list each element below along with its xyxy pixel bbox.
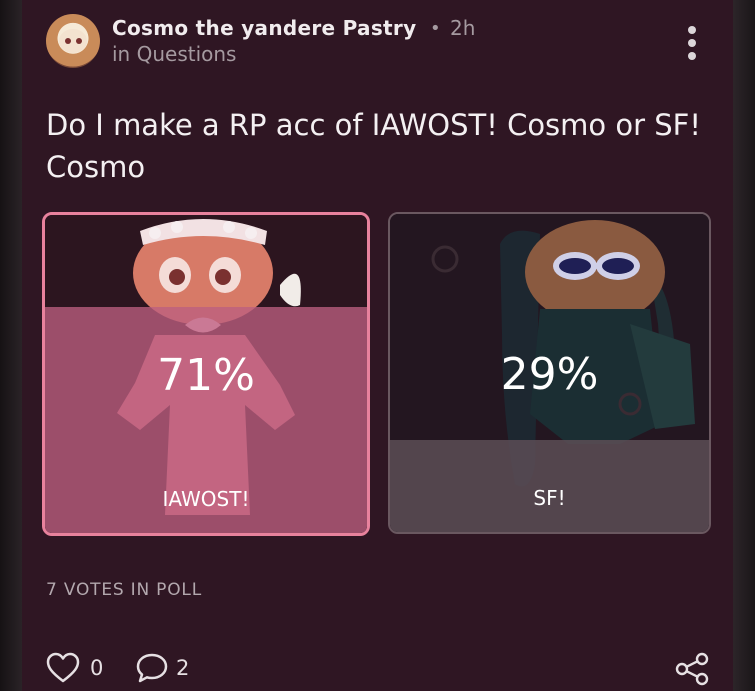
- background-left-edge: [0, 0, 22, 691]
- like-count: 0: [90, 656, 104, 680]
- poll-option-sf[interactable]: 29% SF!: [388, 212, 711, 534]
- poll-label-iawost: IAWOST!: [162, 487, 250, 511]
- share-icon[interactable]: [674, 652, 710, 686]
- author-name[interactable]: Cosmo the yandere Pastry: [112, 16, 416, 40]
- post-time: 2h: [450, 16, 476, 40]
- poll-label-sf: SF!: [533, 486, 566, 510]
- background-right-edge: [733, 0, 755, 691]
- meta-separator: •: [430, 18, 441, 39]
- comment-count: 2: [176, 656, 190, 680]
- poll-option-iawost[interactable]: 71% IAWOST!: [42, 212, 370, 536]
- poll-percent-sf: 29%: [500, 349, 599, 400]
- avatar-eye-left: [65, 38, 71, 44]
- post-card: Cosmo the yandere Pastry • 2h in Questio…: [22, 0, 733, 691]
- avatar-face: [59, 29, 87, 53]
- avatar[interactable]: [46, 14, 100, 68]
- question-text: Do I make a RP acc of IAWOST! Cosmo or S…: [46, 108, 701, 184]
- heart-icon[interactable]: [46, 652, 80, 684]
- more-vertical-icon[interactable]: [682, 22, 702, 64]
- post-category[interactable]: in Questions: [112, 42, 236, 66]
- avatar-eye-right: [76, 38, 82, 44]
- poll-percent-iawost: 71%: [157, 350, 255, 401]
- comment-icon[interactable]: [135, 652, 169, 684]
- poll-vote-count: 7 VOTES IN POLL: [46, 580, 202, 600]
